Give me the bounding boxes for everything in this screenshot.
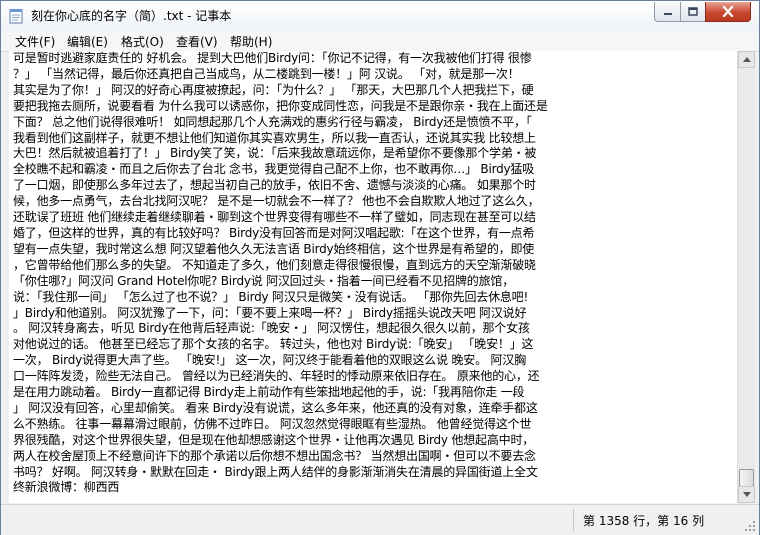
text-line: 大巴！然后就被追着打了！」 Birdy笑了笑，说：「后来我故意疏远你，是希望你不… bbox=[13, 146, 537, 161]
text-line: 要把我拖去厕所，说要看看 为什么我可以诱惑你，把你变成同性恋，问我是不是跟你亲・… bbox=[13, 98, 548, 113]
text-line: 其实是为了你！」 阿汉的好奇心再度被撩起，问：「为什么？」 「那天，大巴那几个人… bbox=[13, 82, 534, 97]
minimize-icon bbox=[663, 12, 672, 15]
maximize-button[interactable] bbox=[680, 2, 706, 22]
resize-grip-icon[interactable] bbox=[743, 519, 757, 533]
menu-view[interactable]: 查看(V) bbox=[176, 33, 218, 50]
text-line: 终新浪微博：柳西西 bbox=[13, 480, 120, 495]
text-line: 下面？ 总之他们说得很难听！ 如同想起那几个人充满戏的惠劣行径与霸凌， Bird… bbox=[13, 114, 532, 129]
status-bar: 第 1358 行，第 16 列 bbox=[1, 504, 759, 535]
cursor-position: 第 1358 行，第 16 列 bbox=[583, 514, 705, 528]
window-title: 刻在你心底的名字（简）.txt - 记事本 bbox=[31, 9, 232, 23]
menu-format[interactable]: 格式(O) bbox=[121, 33, 164, 50]
text-line: 书吗？ 好啊。 阿汉转身・默默在回走・ Birdy跟上两人结伴的身影渐渐消失在清… bbox=[13, 464, 538, 479]
text-line: ，它曾带给他们那么多的失望。 不知道走了多久，他们刻意走得很慢很慢，直到远方的天… bbox=[13, 257, 536, 272]
text-line: 是在用力跳动着。 Birdy一直都记得 Birdy走上前动作有些笨拙地起他的手，… bbox=[13, 385, 525, 400]
text-line: 说：「我住那一间」 「怎么过了也不说？」 Birdy 阿汉只是微笑・没有说话。 … bbox=[13, 289, 529, 304]
document-text[interactable]: 可是暂时逃避家庭责任的 好机会。 提到大巴他们Birdy问：「你记不记得，有一次… bbox=[13, 51, 737, 496]
text-line: ？」 「当然记得，最后你还真把自己当成鸟，从二楼跳到一楼！」阿 汉说。 「对，就… bbox=[13, 66, 520, 81]
scroll-up-arrow-icon bbox=[742, 57, 751, 62]
menu-file[interactable]: 文件(F) bbox=[15, 33, 55, 50]
menu-edit[interactable]: 编辑(E) bbox=[67, 33, 108, 50]
scroll-down-arrow-icon bbox=[742, 492, 751, 497]
text-line: 」Birdy和他道别。 阿汉犹豫了一下，问：「要不要上来喝一杯？」 Birdy摇… bbox=[13, 305, 527, 320]
text-line: 。 阿汉转身离去，听见 Birdy在他背后轻声说:「晚安・」 阿汉愣住，想起很久… bbox=[13, 321, 530, 336]
close-button[interactable] bbox=[705, 2, 751, 22]
minimize-button[interactable] bbox=[654, 2, 681, 22]
text-line: 两人在校舍屋顶上不经意间许下的那个承诺以后你想不想出国念书？ 当然想出国啊・但可… bbox=[13, 448, 536, 463]
text-line: 口一阵阵发烫，险些无法自己。 曾经以为已经消失的、年轻时的悸动原来依旧存在。 原… bbox=[13, 369, 540, 384]
text-line: 望有一点失望，我时常这么想 阿汉望着他久久无法言语 Birdy始终相信，这个世界… bbox=[13, 241, 535, 256]
menu-bar: 文件(F) 编辑(E) 格式(O) 查看(V) 帮助(H) bbox=[1, 31, 759, 52]
status-divider bbox=[573, 509, 574, 531]
close-icon bbox=[722, 6, 734, 17]
text-line: 可是暂时逃避家庭责任的 好机会。 提到大巴他们Birdy问：「你记不记得，有一次… bbox=[13, 51, 532, 65]
text-line: 么不熟练。 往事一幕幕滑过眼前，仿佛不过昨日。 阿汉忽然觉得眼眶有些湿热。 他曾… bbox=[13, 416, 532, 431]
maximize-icon bbox=[688, 6, 698, 16]
scroll-down-button[interactable] bbox=[738, 486, 755, 503]
notepad-window: 刻在你心底的名字（简）.txt - 记事本 文件(F) 编辑(E) 格式(O) … bbox=[0, 0, 760, 535]
notepad-icon bbox=[9, 9, 23, 24]
scroll-thumb[interactable] bbox=[739, 469, 754, 487]
text-line: 婚了，但这样的世界，真的有比较好吗？ Birdy没有回答而是对阿汉唱起歌:「在这… bbox=[13, 225, 535, 240]
text-line: 对他说过的话。 他甚至已经忘了那个女孩的名字。 转过头，他也对 Birdy说:「… bbox=[13, 337, 534, 352]
text-line: 了一口烟，即使那么多年过去了，想起当初自己的放手，依旧不舍、遗憾与淡淡的心痛。 … bbox=[13, 178, 536, 193]
text-editor[interactable]: 可是暂时逃避家庭责任的 好机会。 提到大巴他们Birdy问：「你记不记得，有一次… bbox=[9, 51, 737, 503]
vertical-scrollbar[interactable] bbox=[737, 51, 755, 503]
text-line: 我看到他们这副样子，就更不想让他们知道你其实喜欢男生，所以我一直否认，还说其实我… bbox=[13, 130, 536, 145]
text-line: 「你住哪?」阿汉问 Grand Hotel你呢? Birdy说 阿汉回过头・指着… bbox=[13, 273, 515, 288]
text-line: 一次， Birdy说得更大声了些。 「晚安!」 这一次，阿汉终于能看着他的双眼这… bbox=[13, 353, 526, 368]
title-bar[interactable]: 刻在你心底的名字（简）.txt - 记事本 bbox=[1, 1, 759, 32]
text-line: 候，他多一点勇气，去台北找阿汉呢？ 是不是一切就会不一样了？ 他也不会自欺欺人地… bbox=[13, 194, 540, 209]
text-line: 界很残酷，对这个世界很失望，但是现在他却想感谢这个世界・让他再次遇见 Birdy… bbox=[13, 432, 535, 447]
text-line: 全校瞧不起和霸凌・而且之后你去了台北 念书，我更觉得自己配不上你，也不敢再你…」… bbox=[13, 162, 535, 177]
text-line: 」 阿汉没有回答，心里却偷笑。 看来 Birdy没有说谎，这么多年来，他还真的没… bbox=[13, 400, 538, 415]
menu-help[interactable]: 帮助(H) bbox=[230, 33, 272, 50]
text-line: 还耽误了班班 他们继续走着继续聊着・聊到这个世界变得有哪些不一样了璧如，同志现在… bbox=[13, 210, 536, 225]
scroll-up-button[interactable] bbox=[738, 51, 755, 68]
